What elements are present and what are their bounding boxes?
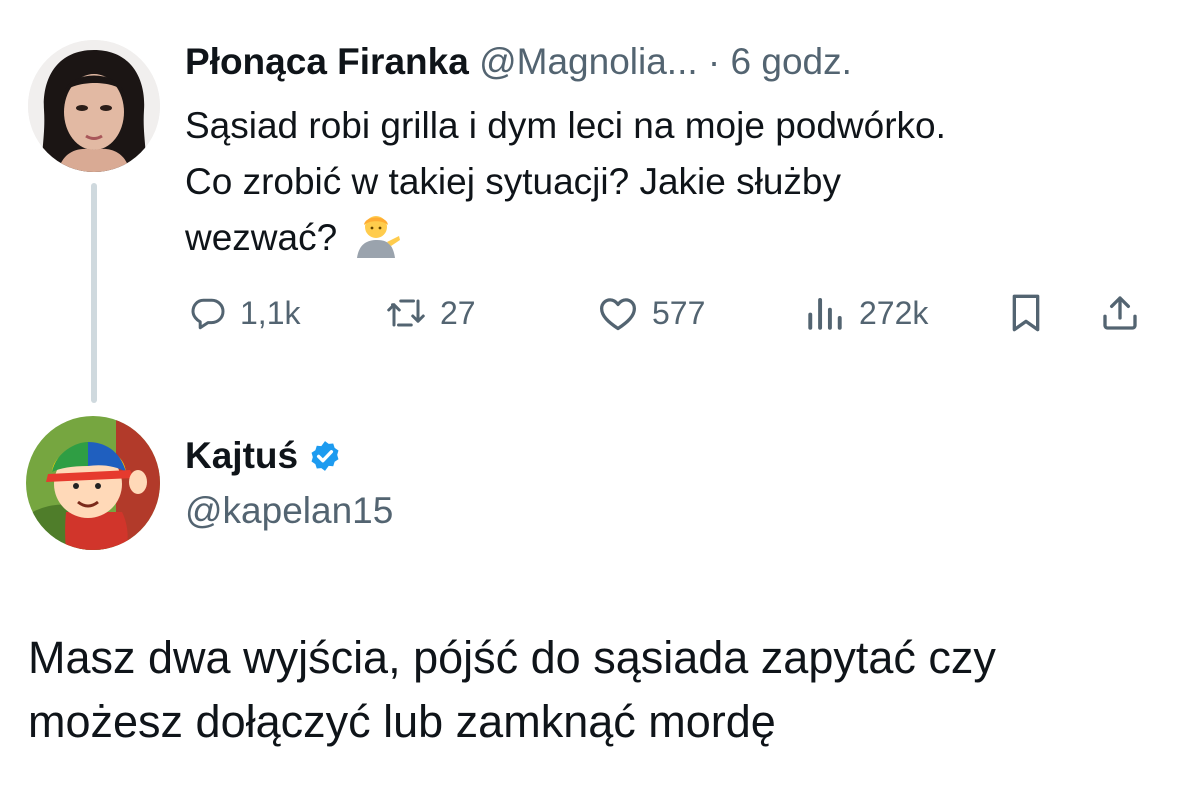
tweet-header: Płonąca Firanka @Magnolia... · 6 godz. [185,38,852,86]
tweet-text-line: Co zrobić w takiej sytuacji? Jakie służb… [185,161,841,202]
views-button[interactable]: 272k [805,288,928,338]
reply-icon [191,298,225,330]
reply-author-handle[interactable]: @kapelan15 [185,487,393,535]
cartoon-boy-icon [26,416,160,550]
reply-author-name-row: Kajtuś [185,432,342,480]
bookmark-button[interactable] [1008,288,1044,338]
author-avatar[interactable] [28,40,160,172]
reply-text-line: Masz dwa wyjścia, pójść do sąsiada zapyt… [28,632,996,683]
retweet-button[interactable]: 27 [386,288,476,338]
tweet-actions-bar: 1,1k 27 577 272k [0,288,1179,338]
retweet-icon [387,299,425,327]
reply-author-avatar[interactable] [26,416,160,550]
like-count: 577 [652,294,706,331]
views-icon [808,297,842,330]
woman-portrait-icon [28,40,160,172]
author-handle[interactable]: @Magnolia... [479,41,698,82]
verified-badge-icon[interactable] [308,439,342,473]
reply-text: Masz dwa wyjścia, pójść do sąsiada zapyt… [28,626,1158,754]
reply-text-line: możesz dołączyć lub zamknąć mordę [28,696,776,747]
reply-count: 1,1k [240,294,301,331]
reply-button[interactable]: 1,1k [190,288,300,338]
tweet-text-line-last: wezwać? [185,210,1145,266]
views-count: 272k [859,294,929,331]
author-name[interactable]: Płonąca Firanka [185,41,469,82]
tweet-timestamp[interactable]: 6 godz. [731,41,852,82]
retweet-count: 27 [440,294,476,331]
tweet-text-line: Sąsiad robi grilla i dym leci na moje po… [185,105,946,146]
bookmark-icon [1012,294,1040,332]
tweet-text: Sąsiad robi grilla i dym leci na moje po… [185,98,1145,266]
header-separator: · [707,41,721,82]
like-button[interactable]: 577 [598,288,705,338]
heart-icon [600,298,636,331]
reply-author-name[interactable]: Kajtuś [185,432,298,480]
tweet-text-line: wezwać? [185,217,338,258]
share-icon [1103,296,1137,330]
share-button[interactable] [1100,288,1140,338]
person-tipping-hand-emoji-icon [357,216,401,258]
